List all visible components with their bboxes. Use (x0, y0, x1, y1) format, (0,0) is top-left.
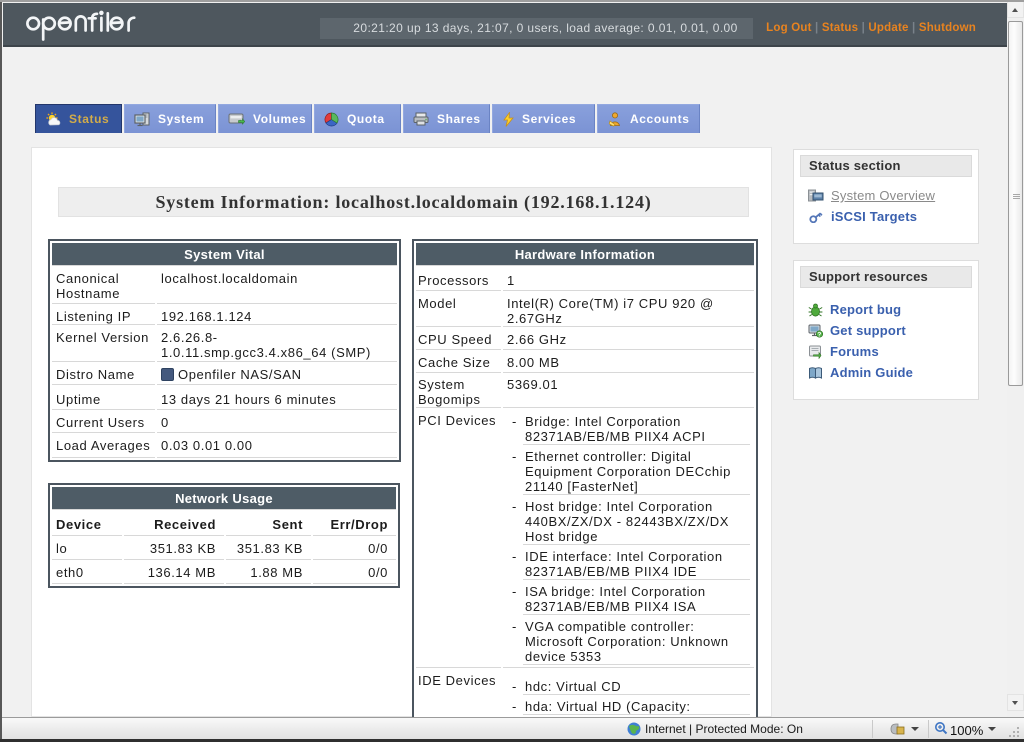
svg-text:?: ? (817, 331, 821, 338)
